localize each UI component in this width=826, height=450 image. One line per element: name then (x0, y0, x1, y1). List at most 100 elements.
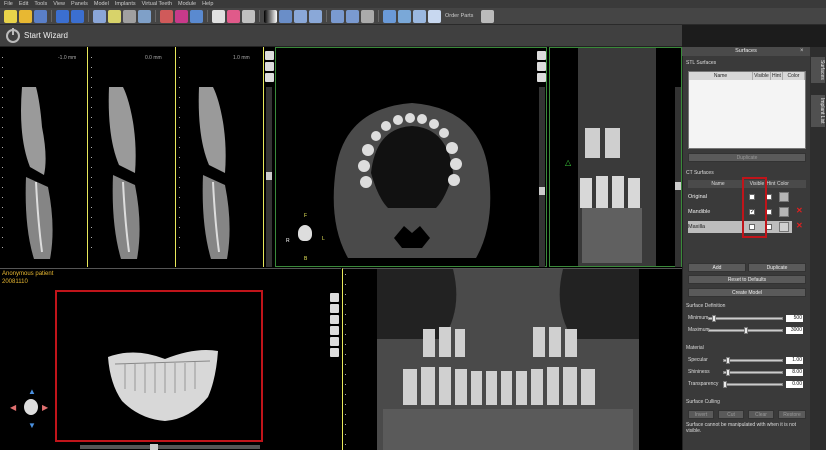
axial-scrollbar[interactable] (539, 87, 545, 267)
implant-view-icon[interactable] (330, 326, 339, 335)
fullscreen-icon[interactable] (481, 9, 495, 23)
save-icon[interactable] (34, 9, 47, 23)
duplicate-stl-button[interactable]: Duplicate (688, 153, 806, 162)
stl-surfaces-table[interactable]: Name Visible Hint Color (688, 71, 806, 149)
menu-tools[interactable]: Tools (34, 1, 47, 7)
shininess-input[interactable]: 8.00 (786, 369, 803, 376)
scroll-thumb[interactable] (150, 444, 158, 450)
menu-virtual-teeth[interactable]: Virtual Teeth (142, 1, 172, 7)
shininess-track[interactable] (723, 371, 783, 374)
cross-section-scrollbar[interactable] (266, 87, 272, 267)
menu-panels[interactable]: Panels (71, 1, 88, 7)
arrow-left-icon[interactable]: ◀ (10, 403, 16, 412)
orientation-head-icon[interactable] (24, 399, 38, 415)
grid-icon[interactable] (138, 9, 151, 23)
draw-nerve-icon[interactable] (160, 9, 173, 23)
cut-button[interactable]: Cut (718, 410, 744, 419)
move-icon[interactable] (309, 9, 322, 23)
menu-help[interactable]: Help (202, 1, 213, 7)
maximum-knob[interactable] (744, 327, 748, 334)
invert-button[interactable]: Invert (688, 410, 714, 419)
nerve-view-icon[interactable] (265, 73, 274, 82)
model-view-icon[interactable] (330, 348, 339, 357)
nerve-view-icon[interactable] (537, 73, 546, 82)
transparency-knob[interactable] (723, 381, 727, 388)
tooth-view-icon[interactable] (265, 62, 274, 71)
ct-row-original[interactable]: Original (688, 191, 792, 203)
tooth-view-icon[interactable] (537, 62, 546, 71)
ruler-icon[interactable] (346, 9, 359, 23)
volume-bottom-scrollbar[interactable] (80, 444, 260, 450)
panel-close-icon[interactable]: × (800, 48, 804, 54)
scroll-thumb[interactable] (675, 182, 681, 190)
minimum-knob[interactable] (712, 315, 716, 322)
order-parts-label[interactable]: Order Parts (445, 13, 473, 19)
menu-module[interactable]: Module (178, 1, 196, 7)
coronal-scrollbar[interactable] (675, 87, 681, 267)
surface-view-icon[interactable] (330, 337, 339, 346)
nerve-view-icon[interactable] (330, 315, 339, 324)
color-swatch-mandible[interactable] (779, 207, 789, 217)
tab-implant-list[interactable]: Implant List (811, 95, 825, 127)
view-options-icon[interactable] (265, 51, 274, 60)
cross-section-view-1[interactable]: -1.0 mm (0, 47, 88, 267)
view-options-icon[interactable] (330, 293, 339, 302)
delete-maxilla-icon[interactable]: ✕ (796, 221, 803, 230)
implant-icon[interactable] (242, 9, 255, 23)
menu-model[interactable]: Model (94, 1, 109, 7)
redo-icon[interactable] (71, 9, 84, 23)
transparency-track[interactable] (723, 383, 783, 386)
reset-icon[interactable] (398, 9, 411, 23)
shininess-knob[interactable] (726, 369, 730, 376)
curve-icon[interactable] (175, 9, 188, 23)
export-icon[interactable] (413, 9, 426, 23)
tab-surfaces[interactable]: Surfaces (811, 57, 825, 83)
zoom-icon[interactable] (123, 9, 136, 23)
cross-section-view-3[interactable]: 1.0 mm (177, 47, 264, 267)
contrast-icon[interactable] (264, 9, 277, 23)
layout-icon[interactable] (93, 9, 106, 23)
angle-icon[interactable] (361, 9, 374, 23)
magnify-icon[interactable] (294, 9, 307, 23)
create-model-button[interactable]: Create Model (688, 288, 806, 297)
menu-implants[interactable]: Implants (115, 1, 136, 7)
ct-row-maxilla[interactable]: Maxilla (688, 221, 792, 233)
cart-icon[interactable] (428, 9, 441, 23)
rotate-icon[interactable] (383, 9, 396, 23)
new-file-icon[interactable] (4, 9, 17, 23)
scroll-thumb[interactable] (266, 172, 272, 180)
reset-defaults-button[interactable]: Reset to Defaults (688, 275, 806, 284)
arrow-up-icon[interactable]: ▲ (28, 387, 36, 396)
menu-edit[interactable]: Edit (19, 1, 28, 7)
menu-file[interactable]: File (4, 1, 13, 7)
panoramic-view[interactable] (342, 268, 682, 450)
maximum-input[interactable]: 3000 (786, 327, 803, 334)
nerve-icon[interactable] (227, 9, 240, 23)
volume-3d-view[interactable]: Anonymous patient 20081110 ▲ ▼ ◀ ▶ (0, 268, 341, 450)
scroll-thumb[interactable] (539, 187, 545, 195)
ct-row-mandible[interactable]: Mandible (688, 206, 792, 218)
restore-button[interactable]: Restore (778, 410, 806, 419)
cross-section-view-2[interactable]: 0.0 mm (89, 47, 176, 267)
specular-track[interactable] (723, 359, 783, 362)
specular-input[interactable]: 1.00 (786, 357, 803, 364)
tooth-view-icon[interactable] (330, 304, 339, 313)
color-swatch-maxilla[interactable] (779, 222, 789, 232)
menu-view[interactable]: View (53, 1, 65, 7)
start-wizard-button[interactable]: Start Wizard (24, 31, 68, 40)
add-surface-button[interactable]: Add (688, 263, 746, 272)
points-icon[interactable] (190, 9, 203, 23)
tooth-icon[interactable] (212, 9, 225, 23)
arrow-down-icon[interactable]: ▼ (28, 421, 36, 430)
measure-icon[interactable] (331, 9, 344, 23)
view-options-icon[interactable] (537, 51, 546, 60)
panorama-icon[interactable] (108, 9, 121, 23)
duplicate-ct-button[interactable]: Duplicate (748, 263, 806, 272)
pan-icon[interactable] (279, 9, 292, 23)
arrow-right-icon[interactable]: ▶ (42, 403, 48, 412)
power-icon[interactable] (6, 27, 20, 43)
axial-view[interactable]: F R L B (275, 47, 547, 267)
clear-button[interactable]: Clear (748, 410, 774, 419)
color-swatch-original[interactable] (779, 192, 789, 202)
delete-mandible-icon[interactable]: ✕ (796, 206, 803, 215)
